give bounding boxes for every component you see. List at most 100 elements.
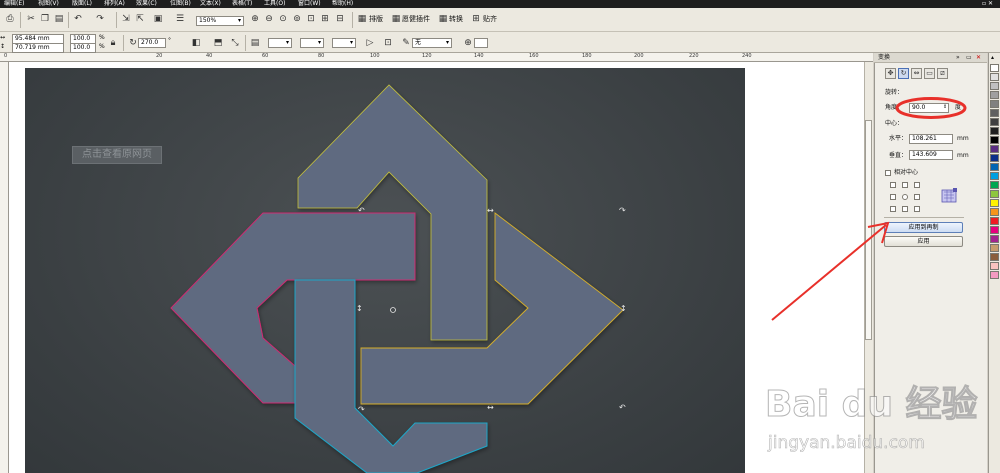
zoom-height-icon[interactable]: ⊟ [334,13,346,25]
rotate-handle[interactable]: ↷ [619,206,626,215]
menu-tools[interactable]: 工具(O) [264,0,285,8]
zoom-all-icon[interactable]: ⊚ [291,13,303,25]
color-swatch[interactable] [990,208,999,216]
app-launcher-icon[interactable]: ☰ [174,13,186,25]
vertical-center-input[interactable]: 143.609 [909,150,953,160]
window-controls[interactable]: ▫ ✕ [982,0,993,8]
arrange-label[interactable]: 排版 [369,13,383,25]
snap-icon[interactable]: ⊞ [470,13,482,25]
color-swatch[interactable] [990,64,999,72]
menu-help[interactable]: 帮助(H) [332,0,353,8]
import-icon[interactable]: ⇲ [120,13,132,25]
menu-edit[interactable]: 编辑(E) [4,0,24,8]
menu-effects[interactable]: 效果(C) [136,0,157,8]
color-swatch[interactable] [990,172,999,180]
small-field[interactable] [474,38,488,48]
menu-layout[interactable]: 版面(L) [72,0,92,8]
anchor-checkbox[interactable] [902,182,908,188]
color-swatch[interactable] [990,235,999,243]
menu-table[interactable]: 表格(T) [232,0,252,8]
convert-curves-icon[interactable]: ⊡ [382,37,394,49]
publish-pdf-icon[interactable]: ▣ [152,13,164,25]
scale-icon[interactable]: ⤡ [229,37,241,49]
close-icon[interactable]: ✕ [976,54,981,62]
line-style-select[interactable]: ▾ [332,38,356,48]
menu-window[interactable]: 窗口(W) [298,0,321,8]
anchor-checkbox[interactable] [902,194,908,200]
color-swatch[interactable] [990,109,999,117]
export-icon[interactable]: ⇱ [134,13,146,25]
zoom-out-icon[interactable]: ⊖ [263,13,275,25]
expand-icon[interactable]: » [956,54,960,62]
print-icon[interactable]: ⎙ [4,13,16,25]
menu-view[interactable]: 视图(V) [38,0,59,8]
rotation-angle-field[interactable]: 270.0 [138,38,166,48]
zoom-width-icon[interactable]: ⊞ [319,13,331,25]
relative-center-checkbox[interactable] [885,170,891,176]
arrange-icon[interactable]: ▦ [356,13,368,25]
anchor-checkbox[interactable] [914,194,920,200]
color-swatch[interactable] [990,118,999,126]
color-swatch[interactable] [990,145,999,153]
rotate-handle[interactable]: ↶ [618,403,626,412]
menu-arrange[interactable]: 排列(A) [104,0,125,8]
color-swatch[interactable] [990,253,999,261]
color-swatch[interactable] [990,154,999,162]
mirror-v-icon[interactable]: ⬒ [212,37,224,49]
rotate-handle[interactable]: ↷ [358,405,365,414]
tab-rotate-icon[interactable]: ↻ [898,68,909,79]
color-swatch[interactable] [990,127,999,135]
skew-handle[interactable]: ↔ [487,206,494,215]
vertical-ruler[interactable] [0,62,9,473]
color-swatch[interactable] [990,136,999,144]
redo-icon[interactable]: ↷ [94,13,106,25]
plugin-label[interactable]: 愿健插件 [402,13,430,25]
anchor-checkbox[interactable] [914,182,920,188]
tab-skew-icon[interactable]: ⧄ [937,68,948,79]
outline-pen-icon[interactable]: ✎ [400,37,412,49]
anchor-checkbox[interactable] [890,194,896,200]
object-height-field[interactable]: 70.719 mm [12,43,64,53]
menu-bitmaps[interactable]: 位图(B) [170,0,191,8]
tab-position-icon[interactable]: ✥ [885,68,896,79]
color-swatch[interactable] [990,91,999,99]
rotate-handle[interactable]: ↶ [357,206,365,215]
outline-width-select[interactable]: ▾ [300,38,324,48]
scale-y-field[interactable]: 100.0 [70,43,96,53]
color-swatch[interactable] [990,199,999,207]
anchor-checkbox[interactable] [902,206,908,212]
outline-select[interactable]: 无 ▾ [412,38,452,48]
color-swatch[interactable] [990,181,999,189]
color-swatch[interactable] [990,244,999,252]
skew-handle[interactable]: ↔ [487,403,494,412]
color-swatch[interactable] [990,82,999,90]
snap-label[interactable]: 贴齐 [483,13,497,25]
tab-size-icon[interactable]: ▭ [924,68,935,79]
zoom-level-select[interactable]: 150% ▾ [196,16,244,26]
wrap-select[interactable]: ▾ [268,38,292,48]
color-swatch[interactable] [990,271,999,279]
horizontal-center-input[interactable]: 108.261 [909,134,953,144]
color-swatch[interactable] [990,226,999,234]
lock-ratio-icon[interactable]: 🔒︎ [107,37,119,49]
align-icon[interactable]: ▤ [249,37,261,49]
add-icon[interactable]: ⊕ [462,37,474,49]
color-swatch[interactable] [990,73,999,81]
paste-icon[interactable]: ▤ [53,13,65,25]
color-swatch[interactable] [990,100,999,108]
tab-scale-icon[interactable]: ⇔ [911,68,922,79]
skew-handle[interactable]: ↕ [356,304,363,313]
convert-label[interactable]: 转换 [449,13,463,25]
color-swatch[interactable] [990,163,999,171]
convert-icon[interactable]: ▦ [437,13,449,25]
zoom-page-icon[interactable]: ⊡ [305,13,317,25]
copy-icon[interactable]: ❐ [39,13,51,25]
undo-icon[interactable]: ↶ [72,13,84,25]
zoom-selected-icon[interactable]: ⊙ [277,13,289,25]
plugin-icon[interactable]: ▦ [390,13,402,25]
palette-arrow-icon[interactable]: ▴ [991,54,994,62]
skew-handle[interactable]: ↕ [620,304,627,313]
color-swatch[interactable] [990,190,999,198]
anchor-checkbox[interactable] [890,182,896,188]
arrow-icon[interactable]: ▷ [364,37,376,49]
